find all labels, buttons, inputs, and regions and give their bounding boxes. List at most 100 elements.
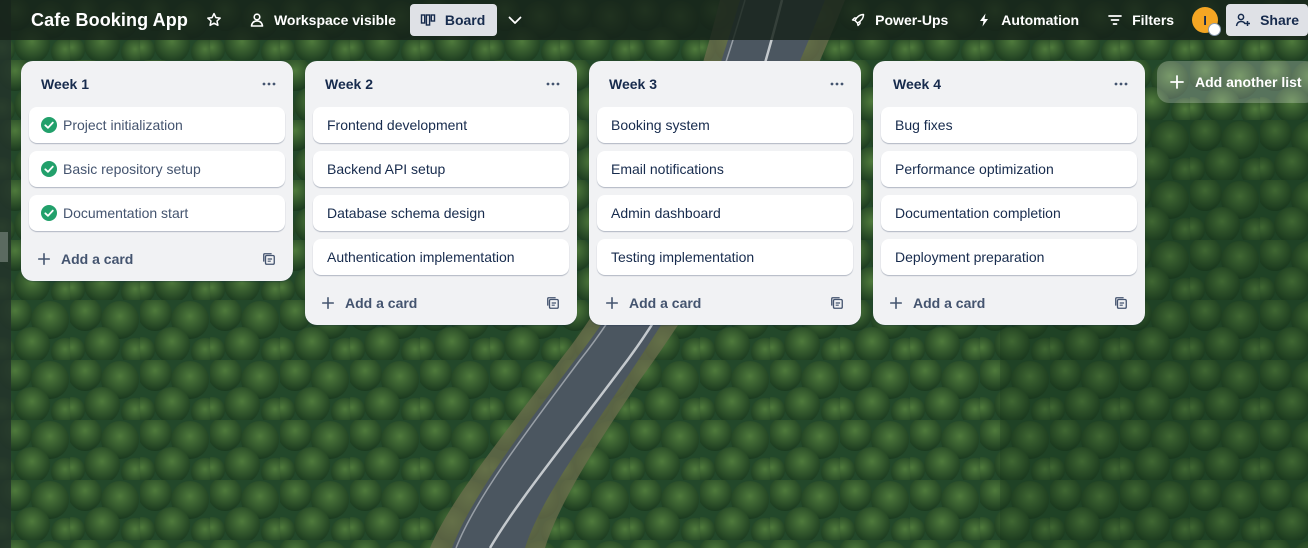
filters-button[interactable]: Filters bbox=[1099, 4, 1182, 36]
list-footer: Add a card bbox=[21, 237, 293, 281]
check-circle-icon[interactable] bbox=[41, 161, 57, 177]
list-title[interactable]: Week 3 bbox=[609, 76, 825, 92]
check-circle-icon[interactable] bbox=[41, 117, 57, 133]
template-icon bbox=[263, 253, 275, 265]
card[interactable]: Bug fixes bbox=[881, 107, 1137, 143]
more-dots-icon bbox=[1114, 82, 1128, 86]
card-title: Basic repository setup bbox=[63, 161, 201, 177]
add-card-label: Add a card bbox=[345, 295, 418, 311]
list-4: Week 4 Bug fixes Performance optimization D… bbox=[873, 61, 1145, 325]
rocket-icon bbox=[851, 13, 865, 27]
visibility-button[interactable]: Workspace visible bbox=[241, 4, 404, 36]
plus-icon bbox=[889, 296, 903, 310]
automation-button[interactable]: Automation bbox=[968, 4, 1087, 36]
card-title: Documentation start bbox=[63, 205, 189, 221]
card[interactable]: Testing implementation bbox=[597, 239, 853, 275]
list-footer: Add a card bbox=[589, 281, 861, 325]
list-header: Week 3 bbox=[589, 61, 861, 107]
list-3: Week 3 Booking system Email notifications A… bbox=[589, 61, 861, 325]
list-2: Week 2 Frontend development Backend API se… bbox=[305, 61, 577, 325]
card-title: Bug fixes bbox=[895, 117, 953, 133]
people-icon bbox=[250, 13, 264, 27]
add-card-button[interactable]: Add a card bbox=[605, 295, 825, 311]
card-title: Admin dashboard bbox=[611, 205, 721, 221]
list-menu-button[interactable] bbox=[257, 72, 281, 96]
card[interactable]: Documentation start bbox=[29, 195, 285, 231]
star-button[interactable] bbox=[202, 4, 235, 36]
create-from-template-button[interactable] bbox=[825, 291, 849, 315]
list-header: Week 1 bbox=[21, 61, 293, 107]
card[interactable]: Backend API setup bbox=[313, 151, 569, 187]
card[interactable]: Documentation completion bbox=[881, 195, 1137, 231]
filter-icon bbox=[1108, 15, 1122, 25]
card[interactable]: Deployment preparation bbox=[881, 239, 1137, 275]
add-list-label: Add another list bbox=[1195, 74, 1302, 90]
card[interactable]: Email notifications bbox=[597, 151, 853, 187]
avatar-initial: I bbox=[1203, 12, 1207, 28]
create-from-template-button[interactable] bbox=[541, 291, 565, 315]
card-title: Booking system bbox=[611, 117, 710, 133]
admin-badge-icon bbox=[1208, 23, 1222, 36]
list-menu-button[interactable] bbox=[541, 72, 565, 96]
add-list-button[interactable]: Add another list bbox=[1157, 61, 1308, 103]
plus-icon bbox=[37, 252, 51, 266]
board-header: Cafe Booking App Workspace visible Board bbox=[0, 0, 1308, 40]
list-title[interactable]: Week 2 bbox=[325, 76, 541, 92]
template-icon bbox=[547, 297, 559, 309]
board-view-button[interactable]: Board bbox=[409, 4, 498, 36]
card-title: Frontend development bbox=[327, 117, 468, 133]
list-header: Week 2 bbox=[305, 61, 577, 107]
template-icon bbox=[831, 297, 843, 309]
board-title[interactable]: Cafe Booking App bbox=[31, 10, 188, 31]
card[interactable]: Performance optimization bbox=[881, 151, 1137, 187]
list-menu-button[interactable] bbox=[1109, 72, 1133, 96]
more-dots-icon bbox=[262, 82, 276, 86]
create-from-template-button[interactable] bbox=[257, 247, 281, 271]
add-card-label: Add a card bbox=[629, 295, 702, 311]
card[interactable]: Project initialization bbox=[29, 107, 285, 143]
automation-label: Automation bbox=[1001, 12, 1080, 28]
list-footer: Add a card bbox=[873, 281, 1145, 325]
board-icon bbox=[420, 14, 436, 26]
card[interactable]: Frontend development bbox=[313, 107, 569, 143]
add-card-button[interactable]: Add a card bbox=[889, 295, 1109, 311]
plus-icon bbox=[1170, 75, 1184, 89]
add-person-icon bbox=[1235, 13, 1251, 27]
card[interactable]: Basic repository setup bbox=[29, 151, 285, 187]
card[interactable]: Database schema design bbox=[313, 195, 569, 231]
list-title[interactable]: Week 1 bbox=[41, 76, 257, 92]
more-dots-icon bbox=[830, 82, 844, 86]
power-ups-button[interactable]: Power-Ups bbox=[842, 4, 956, 36]
card-title: Testing implementation bbox=[611, 249, 755, 265]
list-footer: Add a card bbox=[305, 281, 577, 325]
card[interactable]: Authentication implementation bbox=[313, 239, 569, 275]
card-title: Backend API setup bbox=[327, 161, 446, 177]
lightning-icon bbox=[980, 13, 989, 27]
avatar[interactable]: I bbox=[1192, 7, 1222, 36]
list-header: Week 4 bbox=[873, 61, 1145, 107]
card-title: Documentation completion bbox=[895, 205, 1061, 221]
card-title: Email notifications bbox=[611, 161, 724, 177]
card-list: Frontend development Backend API setup Dat… bbox=[305, 107, 577, 275]
list-title[interactable]: Week 4 bbox=[893, 76, 1109, 92]
share-label: Share bbox=[1260, 12, 1299, 28]
create-from-template-button[interactable] bbox=[1109, 291, 1133, 315]
add-card-button[interactable]: Add a card bbox=[321, 295, 541, 311]
list-1: Week 1 Project initialization Basic reposi… bbox=[21, 61, 293, 281]
list-menu-button[interactable] bbox=[825, 72, 849, 96]
card-title: Authentication implementation bbox=[327, 249, 515, 265]
card[interactable]: Admin dashboard bbox=[597, 195, 853, 231]
card-title: Deployment preparation bbox=[895, 249, 1045, 265]
card-title: Database schema design bbox=[327, 205, 485, 221]
plus-icon bbox=[321, 296, 335, 310]
card-title: Performance optimization bbox=[895, 161, 1054, 177]
view-switcher-button[interactable] bbox=[503, 4, 536, 36]
card[interactable]: Booking system bbox=[597, 107, 853, 143]
share-button[interactable]: Share bbox=[1226, 4, 1308, 36]
star-icon bbox=[206, 12, 221, 27]
board-view-label: Board bbox=[444, 12, 486, 28]
card-list: Project initialization Basic repository s… bbox=[21, 107, 293, 231]
check-circle-icon[interactable] bbox=[41, 205, 57, 221]
add-card-button[interactable]: Add a card bbox=[37, 251, 257, 267]
power-ups-label: Power-Ups bbox=[875, 12, 949, 28]
